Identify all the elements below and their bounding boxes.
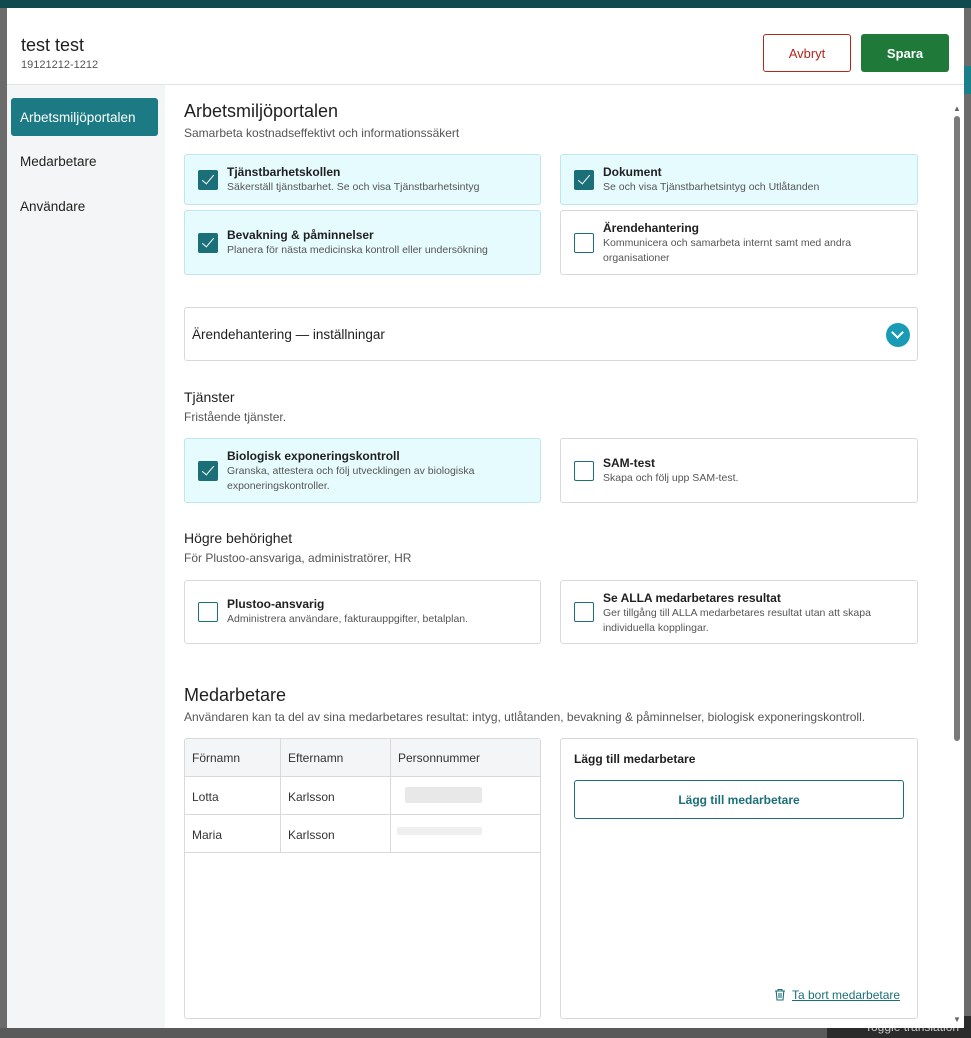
services-title: Tjänster bbox=[184, 389, 235, 405]
save-button[interactable]: Spara bbox=[861, 34, 949, 72]
service-title: SAM-test bbox=[603, 456, 656, 470]
background-app-bar bbox=[0, 0, 971, 8]
sidebar: Arbetsmiljöportalen Medarbetare Användar… bbox=[7, 85, 165, 1028]
edit-user-modal: test test 19121212-1212 Avbryt Spara Arb… bbox=[7, 8, 964, 1028]
right-description-line2: individuella kopplingar. bbox=[603, 622, 709, 634]
module-title: Tjänstbarhetskollen bbox=[227, 165, 341, 179]
column-header-personnummer[interactable]: Personnummer bbox=[398, 751, 480, 765]
right-title: Se ALLA medarbetares resultat bbox=[603, 591, 781, 605]
module-description: Säkerställ tjänstbarhet. Se och visa Tjä… bbox=[227, 181, 480, 193]
sidebar-item-label: Medarbetare bbox=[20, 154, 97, 169]
service-description-line2: exponeringskontroller. bbox=[227, 480, 330, 492]
sidebar-item-label: Arbetsmiljöportalen bbox=[20, 110, 136, 125]
rights-title: Högre behörighet bbox=[184, 530, 293, 546]
add-employee-panel: Lägg till medarbetare Lägg till medarbet… bbox=[560, 738, 918, 1019]
portal-title: Arbetsmiljöportalen bbox=[184, 101, 339, 121]
add-employee-title: Lägg till medarbetare bbox=[574, 752, 696, 766]
checkbox-tjanstbarhetskollen[interactable] bbox=[198, 170, 218, 190]
module-description-line2: organisationer bbox=[603, 252, 670, 264]
add-employee-button[interactable]: Lägg till medarbetare bbox=[574, 780, 904, 819]
scroll-down-arrow-icon[interactable]: ▼ bbox=[953, 1015, 961, 1024]
right-description-line1: Ger tillgång till ALLA medarbetares resu… bbox=[603, 607, 871, 619]
sidebar-item-label: Användare bbox=[20, 199, 86, 214]
portal-subtitle: Samarbeta kostnadseffektivt och informat… bbox=[184, 126, 460, 140]
module-card-bevakning[interactable]: Bevakning & påminnelser Planera för näst… bbox=[184, 210, 541, 275]
right-title: Plustoo-ansvarig bbox=[227, 597, 325, 611]
service-title: Biologisk exponeringskontroll bbox=[227, 449, 400, 463]
right-description: Administrera användare, fakturauppgifter… bbox=[227, 613, 469, 625]
background-app-footer bbox=[0, 1028, 971, 1038]
cell-fornamn: Lotta bbox=[192, 790, 219, 804]
service-description-line1: Granska, attestera och följ utvecklingen… bbox=[227, 465, 475, 477]
checkbox-sam-test[interactable] bbox=[574, 461, 594, 481]
right-card-plustoo-ansvarig[interactable]: Plustoo-ansvarig Administrera användare,… bbox=[184, 580, 541, 644]
arendehantering-settings-accordion[interactable]: Ärendehantering — inställningar bbox=[184, 307, 918, 361]
module-title: Bevakning & påminnelser bbox=[227, 228, 374, 242]
module-card-tjanstbarhetskollen[interactable]: Tjänstbarhetskollen Säkerställ tjänstbar… bbox=[184, 154, 541, 205]
cell-efternamn: Karlsson bbox=[288, 828, 335, 842]
user-name: test test bbox=[21, 35, 85, 55]
services-subtitle: Fristående tjänster. bbox=[184, 410, 287, 424]
checkbox-se-alla[interactable] bbox=[574, 602, 594, 622]
modal-header: test test 19121212-1212 Avbryt Spara bbox=[7, 8, 964, 85]
table-row[interactable]: Lotta Karlsson bbox=[185, 777, 540, 815]
rights-subtitle: För Plustoo-ansvariga, administratörer, … bbox=[184, 551, 412, 565]
checkbox-dokument[interactable] bbox=[574, 170, 594, 190]
module-description-line1: Kommunicera och samarbeta internt samt m… bbox=[603, 237, 852, 249]
checkbox-bevakning[interactable] bbox=[198, 233, 218, 253]
table-header: Förnamn Efternamn Personnummer bbox=[185, 739, 540, 777]
checkbox-arendehantering[interactable] bbox=[574, 233, 594, 253]
trash-icon[interactable] bbox=[774, 988, 786, 1001]
module-description: Planera för nästa medicinska kontroll el… bbox=[227, 244, 488, 256]
cancel-button[interactable]: Avbryt bbox=[763, 34, 851, 72]
right-card-se-alla[interactable]: Se ALLA medarbetares resultat Ger tillgå… bbox=[560, 580, 918, 644]
accordion-label: Ärendehantering — inställningar bbox=[192, 327, 385, 342]
sidebar-item-arbetsmiljoportalen[interactable]: Arbetsmiljöportalen bbox=[11, 98, 158, 136]
checkbox-biologisk[interactable] bbox=[198, 461, 218, 481]
column-header-fornamn[interactable]: Förnamn bbox=[192, 751, 240, 765]
checkbox-plustoo-ansvarig[interactable] bbox=[198, 602, 218, 622]
cell-fornamn: Maria bbox=[192, 828, 223, 842]
sidebar-item-anvandare[interactable]: Användare bbox=[11, 187, 158, 225]
employees-table: Förnamn Efternamn Personnummer Lotta Kar… bbox=[184, 738, 541, 1019]
scroll-up-arrow-icon[interactable]: ▲ bbox=[953, 104, 961, 113]
employees-title: Medarbetare bbox=[184, 685, 287, 705]
cell-efternamn: Karlsson bbox=[288, 790, 335, 804]
module-card-dokument[interactable]: Dokument Se och visa Tjänstbarhetsintyg … bbox=[560, 154, 918, 205]
module-title: Ärendehantering bbox=[603, 221, 700, 235]
user-personnummer: 19121212-1212 bbox=[21, 59, 99, 71]
remove-employee-link[interactable]: Ta bort medarbetare bbox=[792, 988, 900, 1002]
chevron-down-icon[interactable] bbox=[886, 323, 910, 347]
module-card-arendehantering[interactable]: Ärendehantering Kommunicera och samarbet… bbox=[560, 210, 918, 275]
main-content: Arbetsmiljöportalen Samarbeta kostnadsef… bbox=[165, 85, 964, 1028]
sidebar-item-medarbetare[interactable]: Medarbetare bbox=[11, 142, 158, 180]
scrollbar-thumb[interactable] bbox=[954, 116, 960, 741]
service-card-sam-test[interactable]: SAM-test Skapa och följ upp SAM-test. bbox=[560, 438, 918, 503]
redacted-personnummer bbox=[405, 787, 482, 803]
module-description: Se och visa Tjänstbarhetsintyg och Utlåt… bbox=[603, 181, 820, 193]
employees-subtitle: Användaren kan ta del av sina medarbetar… bbox=[184, 710, 866, 724]
table-row[interactable]: Maria Karlsson bbox=[185, 815, 540, 853]
service-card-biologisk[interactable]: Biologisk exponeringskontroll Granska, a… bbox=[184, 438, 541, 503]
column-header-efternamn[interactable]: Efternamn bbox=[288, 751, 343, 765]
redacted-personnummer bbox=[397, 827, 482, 835]
service-description: Skapa och följ upp SAM-test. bbox=[603, 472, 739, 484]
background-app-edge bbox=[963, 66, 971, 94]
module-title: Dokument bbox=[603, 165, 662, 179]
